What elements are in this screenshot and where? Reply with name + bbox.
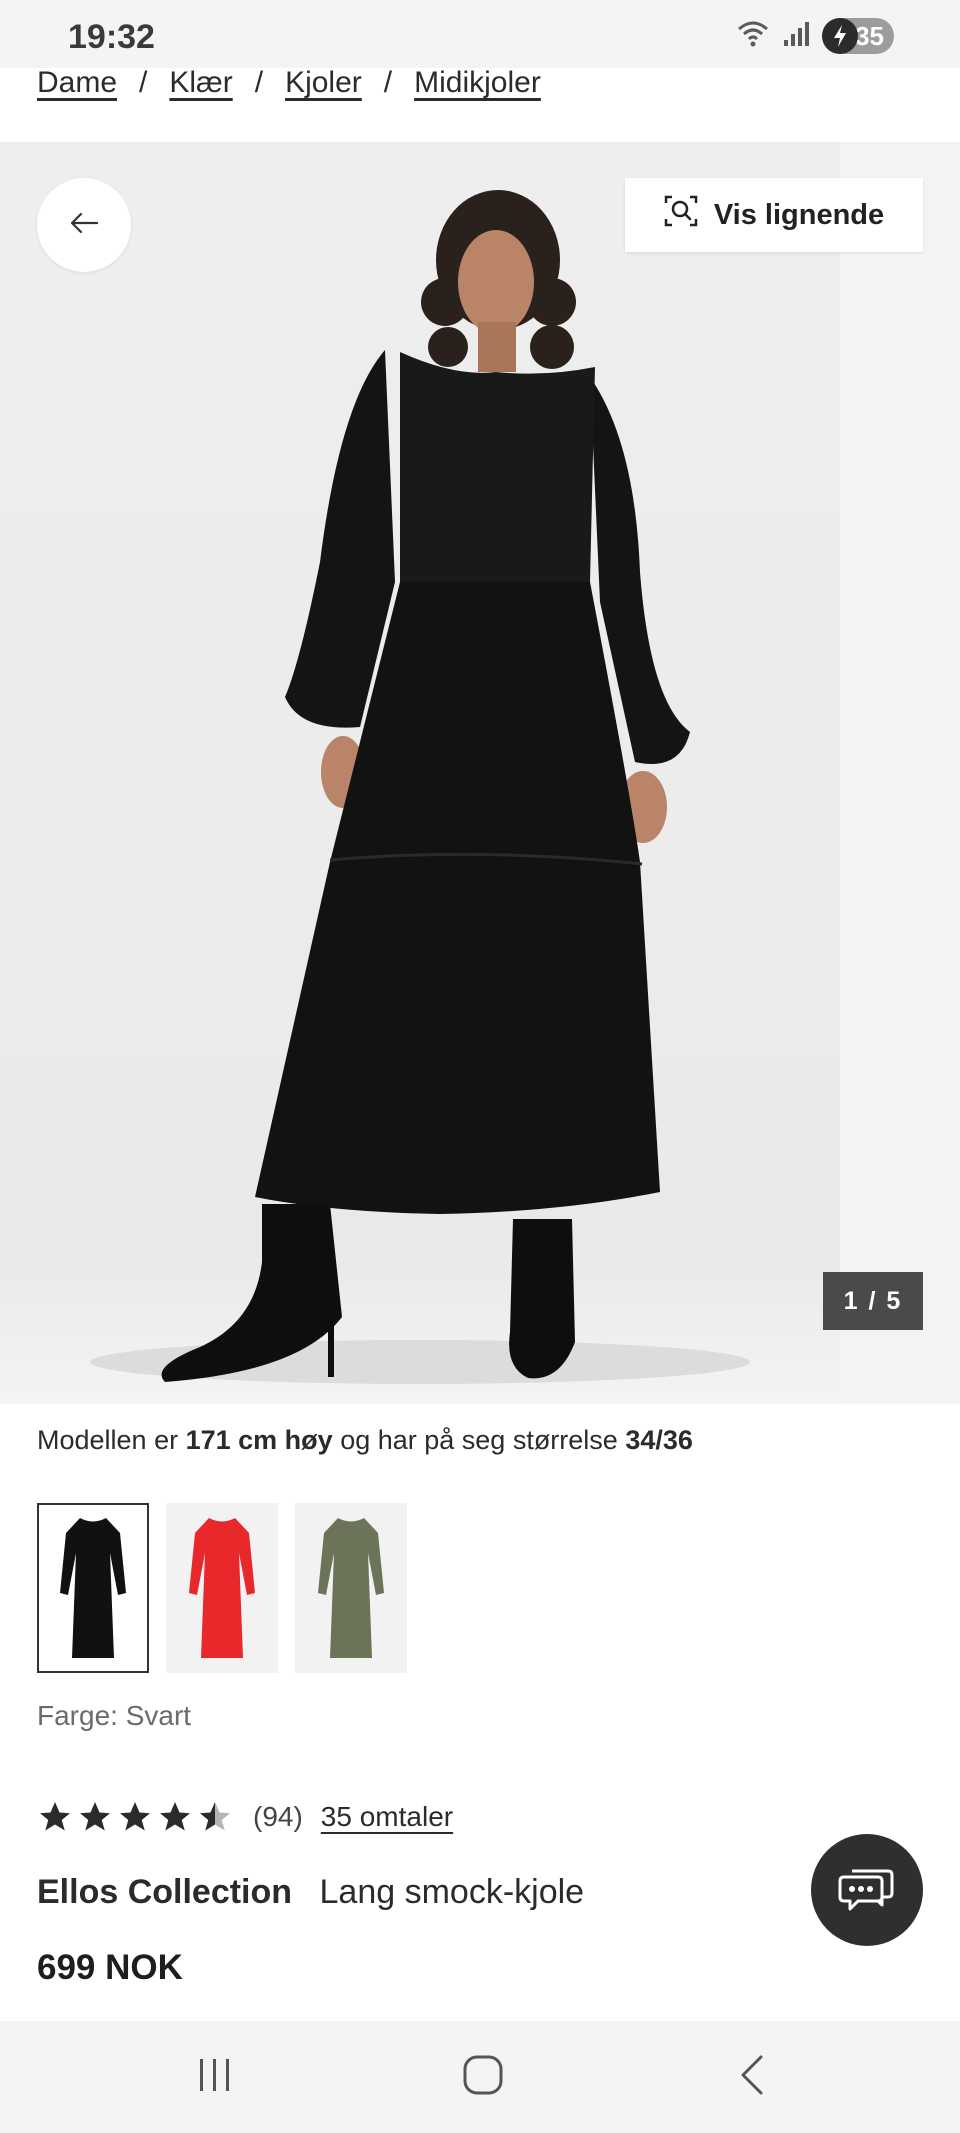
recent-apps-icon bbox=[195, 2055, 235, 2100]
star-full-icon bbox=[160, 1802, 190, 1831]
color-swatches bbox=[37, 1503, 407, 1673]
product-name: Lang smock-kjole bbox=[319, 1873, 585, 1911]
model-height: 171 cm høy bbox=[185, 1425, 333, 1455]
star-full-icon bbox=[80, 1802, 110, 1831]
model-size: 34/36 bbox=[625, 1425, 693, 1455]
star-half-icon bbox=[200, 1802, 230, 1831]
chat-bubble-icon bbox=[838, 1863, 896, 1918]
chevron-left-icon bbox=[737, 2053, 767, 2102]
model-info: Modellen er 171 cm høy og har på seg stø… bbox=[37, 1425, 693, 1456]
product-price: 699 NOK bbox=[37, 1948, 183, 1987]
brand-name[interactable]: Ellos Collection bbox=[37, 1873, 292, 1911]
show-similar-label: Vis lignende bbox=[713, 198, 885, 231]
breadcrumb-midikjoler[interactable]: Midikjoler bbox=[414, 66, 541, 100]
status-time: 19:32 bbox=[68, 18, 155, 56]
star-rating bbox=[37, 1799, 233, 1835]
product-title: Ellos Collection Lang smock-kjole bbox=[37, 1873, 584, 1912]
breadcrumb: Dame / Klær / Kjoler / Midikjoler bbox=[37, 58, 541, 108]
image-counter: 1 / 5 bbox=[823, 1272, 923, 1330]
rating-count: (94) bbox=[253, 1801, 303, 1832]
signal-icon bbox=[782, 20, 810, 53]
model-info-prefix: Modellen er bbox=[37, 1425, 179, 1455]
star-full-icon bbox=[40, 1802, 70, 1831]
breadcrumb-separator: / bbox=[383, 66, 393, 99]
visual-search-icon bbox=[664, 194, 698, 236]
breadcrumb-separator: / bbox=[254, 66, 264, 99]
recent-apps-button[interactable] bbox=[185, 2049, 245, 2105]
swatch-red[interactable] bbox=[166, 1503, 278, 1673]
status-icons: 35 bbox=[736, 18, 894, 54]
next-photo-preview[interactable] bbox=[840, 142, 960, 1404]
color-label: Farge: Svart bbox=[37, 1700, 192, 1731]
breadcrumb-kjoler[interactable]: Kjoler bbox=[285, 66, 362, 100]
battery-level: 35 bbox=[855, 20, 884, 51]
swatch-black[interactable] bbox=[37, 1503, 149, 1673]
green-dress-thumbnail bbox=[318, 1518, 384, 1658]
black-dress-thumbnail bbox=[60, 1518, 126, 1658]
model-illustration bbox=[90, 190, 750, 1384]
breadcrumb-separator: / bbox=[139, 66, 148, 99]
reviews-link[interactable]: 35 omtaler bbox=[321, 1801, 453, 1833]
wifi-icon bbox=[736, 19, 770, 54]
show-similar-button[interactable]: Vis lignende bbox=[625, 178, 923, 252]
back-button[interactable] bbox=[37, 178, 131, 272]
system-back-button[interactable] bbox=[722, 2049, 782, 2105]
chat-button[interactable] bbox=[811, 1834, 923, 1946]
swatch-green[interactable] bbox=[295, 1503, 407, 1673]
product-photo[interactable] bbox=[0, 142, 840, 1404]
home-icon bbox=[461, 2053, 505, 2102]
rating: (94) 35 omtaler bbox=[37, 1795, 453, 1839]
system-nav-bar bbox=[0, 2021, 960, 2133]
arrow-left-icon bbox=[69, 211, 99, 240]
breadcrumb-klaer[interactable]: Klær bbox=[169, 66, 232, 100]
model-info-middle: og har på seg størrelse bbox=[340, 1425, 618, 1455]
charging-bolt-icon bbox=[822, 18, 858, 54]
red-dress-thumbnail bbox=[189, 1518, 255, 1658]
star-full-icon bbox=[120, 1802, 150, 1831]
breadcrumb-dame[interactable]: Dame bbox=[37, 66, 117, 100]
product-gallery[interactable]: Vis lignende 1 / 5 bbox=[0, 142, 960, 1404]
battery-charging-icon: 35 bbox=[822, 18, 894, 54]
home-button[interactable] bbox=[453, 2049, 513, 2105]
